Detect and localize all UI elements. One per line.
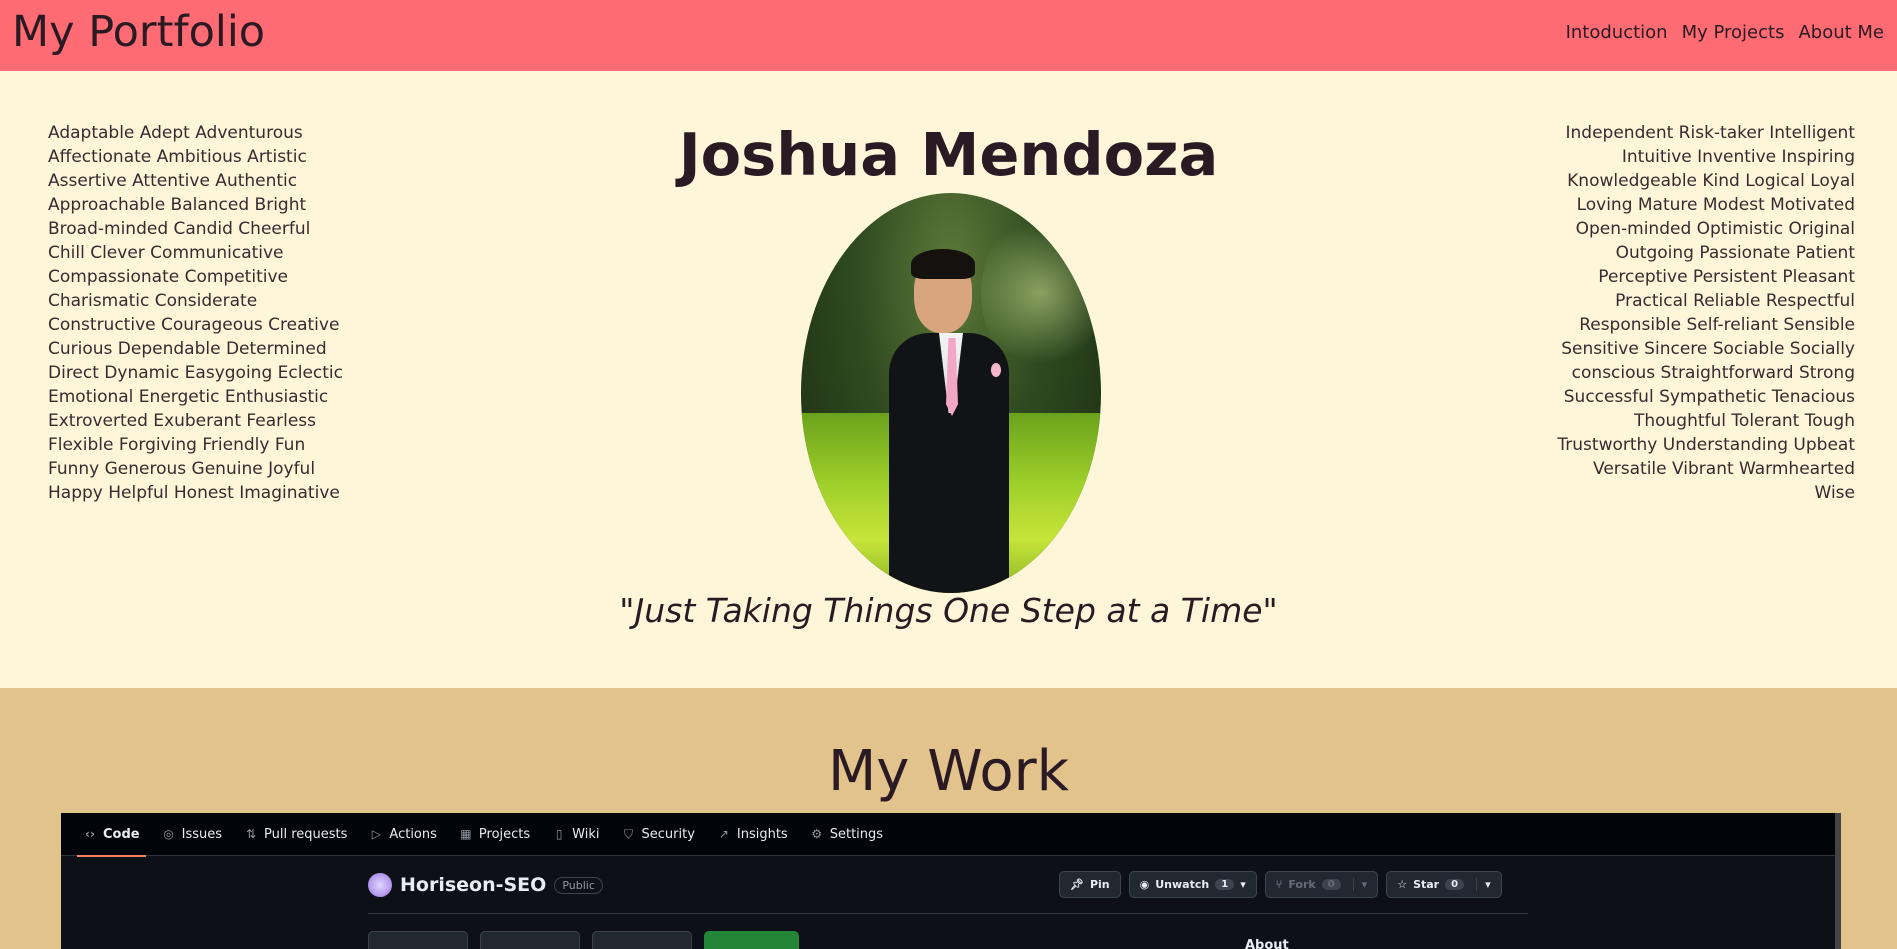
trait-line: Loving Mature Modest Motivated xyxy=(1576,195,1855,215)
chevron-down-icon: ▾ xyxy=(1476,878,1491,891)
pin-label: Pin xyxy=(1089,878,1110,891)
repo-tab-code: ‹› Code xyxy=(77,813,146,857)
main-nav: Intoduction My Projects About Me xyxy=(1566,22,1884,43)
repo-tab-label: Projects xyxy=(478,826,531,842)
repo-tab-settings: ⚙ Settings xyxy=(810,813,883,856)
trait-line: Direct Dynamic Easygoing Eclectic xyxy=(48,363,343,383)
repo-tab-issues: ◎ Issues xyxy=(162,813,222,856)
trait-line: Responsible Self-reliant Sensible xyxy=(1579,315,1855,335)
branch-button xyxy=(368,931,468,949)
code-icon: ‹› xyxy=(85,827,95,841)
trait-line: Outgoing Passionate Patient xyxy=(1615,243,1855,263)
photo-boutonniere xyxy=(991,363,1001,377)
pull-request-icon: ⇅ xyxy=(245,827,257,841)
my-work-section: My Work ‹› Code ◎ Issues ⇅ Pull requests ▷ Acti… xyxy=(0,688,1897,949)
section-title: My Work xyxy=(827,739,1070,804)
repo-avatar xyxy=(368,873,392,897)
star-label: Star xyxy=(1413,878,1440,891)
star-icon: ☆ xyxy=(1397,878,1408,891)
trait-line: Happy Helpful Honest Imaginative xyxy=(48,483,340,503)
repo-tab-wiki: ▯ Wiki xyxy=(552,813,600,856)
profile-photo xyxy=(801,193,1101,593)
about-heading: About xyxy=(1245,938,1289,949)
repo-tab-label: Code xyxy=(103,826,140,842)
person-name: Joshua Mendoza xyxy=(678,120,1219,189)
nav-link-introduction[interactable]: Intoduction xyxy=(1566,22,1668,43)
trait-line: Open-minded Optimistic Original xyxy=(1575,219,1855,239)
star-count: 0 xyxy=(1445,879,1465,890)
project-screenshot[interactable]: ‹› Code ◎ Issues ⇅ Pull requests ▷ Actions ▦ Proj… xyxy=(61,813,1841,949)
eye-icon: ◉ xyxy=(1139,878,1150,891)
site-brand[interactable]: My Portfolio xyxy=(12,6,265,58)
trait-line: Extroverted Exuberant Fearless xyxy=(48,411,316,431)
trait-line: Emotional Energetic Enthusiastic xyxy=(48,387,329,407)
unwatch-button: ◉ Unwatch 1 ▾ xyxy=(1128,871,1257,898)
trait-line: Thoughtful Tolerant Tough xyxy=(1633,411,1855,431)
trait-line: Funny Generous Genuine Joyful xyxy=(48,459,316,479)
trait-line: Broad-minded Candid Cheerful xyxy=(48,219,311,239)
star-button: ☆ Star 0 ▾ xyxy=(1386,871,1502,898)
repo-tab-actions: ▷ Actions xyxy=(369,813,437,856)
fork-count: 0 xyxy=(1321,879,1341,890)
issue-icon: ◎ xyxy=(163,827,174,841)
fork-label: Fork xyxy=(1288,878,1316,891)
goto-file-button xyxy=(480,931,580,949)
visibility-badge: Public xyxy=(554,876,603,894)
trait-line: Versatile Vibrant Warmhearted xyxy=(1593,459,1855,479)
unwatch-count: 1 xyxy=(1215,879,1235,890)
repo-tab-pull-requests: ⇅ Pull requests xyxy=(244,813,347,856)
repo-tab-label: Security xyxy=(641,826,695,842)
table-icon: ▦ xyxy=(460,827,472,841)
nav-link-about-me[interactable]: About Me xyxy=(1798,22,1884,43)
trait-line: Charismatic Considerate xyxy=(48,291,258,311)
trait-line: Perceptive Persistent Pleasant xyxy=(1598,267,1855,287)
repo-tab-label: Pull requests xyxy=(264,826,348,842)
repo-tab-insights: ↗ Insights xyxy=(717,813,788,856)
trait-line: Successful Sympathetic Tenacious xyxy=(1563,387,1855,407)
trait-line: Practical Reliable Respectful xyxy=(1615,291,1855,311)
play-icon: ▷ xyxy=(371,827,382,841)
trait-line: conscious Straightforward Strong xyxy=(1571,363,1855,383)
fork-icon: ⑂ xyxy=(1275,878,1283,891)
trait-line: Chill Clever Communicative xyxy=(48,243,284,263)
repo-header: Horiseon-SEO Public xyxy=(368,873,603,897)
shield-icon: ⛉ xyxy=(623,826,633,841)
trait-line: Sensitive Sincere Sociable Socially xyxy=(1561,339,1855,359)
repo-divider xyxy=(368,913,1528,914)
personal-quote: "Just Taking Things One Step at a Time" xyxy=(619,591,1278,630)
book-icon: ▯ xyxy=(555,827,563,841)
site-header: My Portfolio Intoduction My Projects Abo… xyxy=(0,0,1897,71)
chevron-down-icon: ▾ xyxy=(1352,878,1367,891)
photo-hair xyxy=(911,249,975,279)
trait-line: Approachable Balanced Bright xyxy=(48,195,307,215)
graph-icon: ↗ xyxy=(718,827,729,841)
repo-tab-label: Wiki xyxy=(572,826,600,842)
code-button xyxy=(704,931,799,949)
intro-section: Adaptable Adept Adventurous Affectionate … xyxy=(0,71,1897,688)
repo-tab-label: Insights xyxy=(736,826,788,842)
trait-line: Wise xyxy=(1814,483,1855,503)
repo-tab-label: Issues xyxy=(181,826,222,842)
add-file-button xyxy=(592,931,692,949)
fork-button: ⑂ Fork 0 ▾ xyxy=(1264,871,1379,898)
trait-line: Trustworthy Understanding Upbeat xyxy=(1557,435,1855,455)
repo-name: Horiseon-SEO xyxy=(400,874,547,896)
nav-link-my-projects[interactable]: My Projects xyxy=(1682,22,1785,43)
repo-toolbar xyxy=(368,931,799,949)
gear-icon: ⚙ xyxy=(811,827,823,841)
repo-tab-security: ⛉ Security xyxy=(622,813,695,856)
chevron-down-icon: ▾ xyxy=(1240,878,1246,891)
repo-tab-label: Actions xyxy=(389,826,437,842)
pin-button: 📌︎ Pin xyxy=(1059,871,1121,898)
repo-tab-bar: ‹› Code ◎ Issues ⇅ Pull requests ▷ Actions ▦ Proj… xyxy=(61,813,1835,857)
unwatch-label: Unwatch xyxy=(1155,878,1210,891)
trait-line: Flexible Forgiving Friendly Fun xyxy=(48,435,306,455)
repo-tab-projects: ▦ Projects xyxy=(459,813,530,856)
trait-line: Constructive Courageous Creative xyxy=(48,315,340,335)
trait-line: Curious Dependable Determined xyxy=(48,339,327,359)
repo-actions: 📌︎ Pin ◉ Unwatch 1 ▾ ⑂ Fork 0 ▾ ☆ Star 0… xyxy=(1059,871,1502,898)
trait-line: Compassionate Competitive xyxy=(48,267,288,287)
pin-icon: 📌︎ xyxy=(1070,878,1084,891)
repo-tab-label: Settings xyxy=(829,826,884,842)
